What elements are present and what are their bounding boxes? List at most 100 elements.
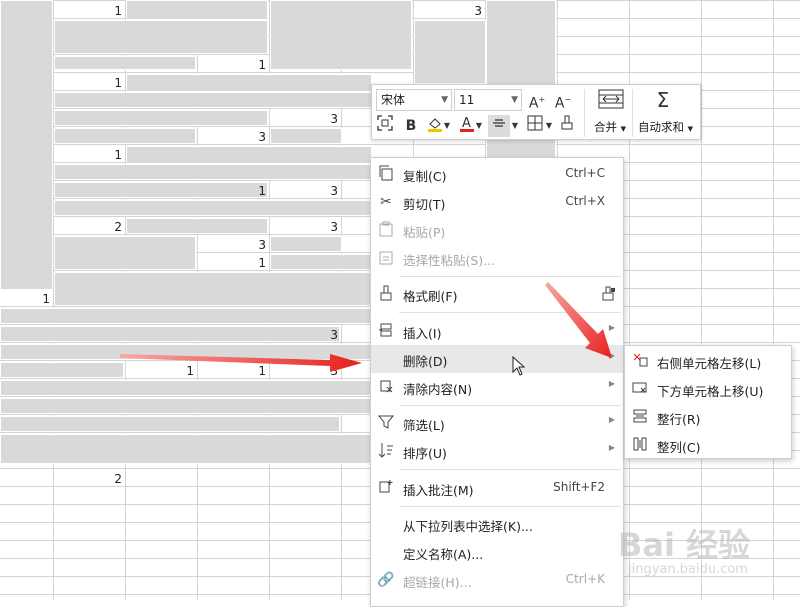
sort-icon (377, 442, 395, 460)
cell-value: 1 (258, 184, 266, 198)
menu-item-define-name[interactable]: 定义名称(A)... (371, 538, 623, 566)
cell-value: 3 (330, 328, 338, 342)
menu-item-pick-from-list[interactable]: 从下拉列表中选择(K)... (371, 510, 623, 538)
merged-cell-block[interactable] (0, 398, 372, 414)
menu-item-delete[interactable]: 删除(D) ▶ (371, 345, 623, 373)
mouse-cursor-icon (512, 356, 526, 376)
menu-item-paste[interactable]: 粘贴(P) (371, 216, 623, 244)
font-name-value: 宋体 (381, 93, 406, 107)
merged-cell-block[interactable] (126, 0, 268, 20)
font-size-value: 11 (459, 93, 475, 107)
autosum-icon[interactable]: Σ (652, 89, 674, 111)
cell-value: 3 (258, 238, 266, 252)
cell-value: 1 (114, 4, 122, 18)
merged-cell-block[interactable] (54, 200, 372, 216)
entire-column-icon (631, 436, 649, 454)
merged-cell-block[interactable] (54, 128, 196, 144)
chevron-right-icon: ▶ (608, 443, 615, 452)
cell-value: 3 (258, 130, 266, 144)
merged-cell-block[interactable] (54, 20, 268, 54)
merged-cell-block[interactable] (0, 344, 372, 360)
merged-cell-block[interactable] (0, 308, 372, 324)
merged-cell-block[interactable] (0, 416, 340, 432)
submenu-item-shift-up[interactable]: 下方单元格上移(U) (625, 375, 791, 403)
chevron-right-icon: ▶ (608, 323, 615, 332)
svg-text:A: A (462, 116, 471, 131)
chevron-right-icon: ▶ (608, 351, 615, 360)
merged-cell-block[interactable] (0, 380, 372, 396)
menu-item-cut[interactable]: ✂ 剪切(T) Ctrl+X (371, 188, 623, 216)
menu-item-insert-comment[interactable]: 插入批注(M) Shift+F2 (371, 474, 623, 502)
link-icon: 🔗 (377, 572, 395, 588)
merged-cell-block[interactable] (270, 236, 342, 252)
cell-value: 2 (114, 220, 122, 234)
shift-left-icon (631, 352, 649, 370)
menu-item-insert[interactable]: 插入(I) ▶ (371, 317, 623, 345)
chevron-down-icon[interactable]: ▼ (510, 115, 520, 137)
toolbar-separator (584, 89, 585, 137)
merged-cell-block[interactable] (54, 110, 268, 126)
merge-label[interactable]: 合并 ▼ (594, 119, 626, 135)
merged-cell-block[interactable] (126, 218, 268, 234)
cell-value: 3 (330, 112, 338, 126)
merged-cell-block[interactable] (126, 146, 372, 164)
cell-value: 1 (114, 148, 122, 162)
cell-value: 2 (114, 472, 122, 486)
font-size-combo[interactable]: 11 ▼ (454, 89, 522, 111)
chevron-right-icon: ▶ (608, 415, 615, 424)
increase-font-icon[interactable]: A+ (526, 89, 548, 112)
format-brush-lock-icon[interactable] (599, 285, 617, 303)
toolbar-separator (632, 89, 633, 137)
submenu-item-shift-left[interactable]: 右侧单元格左移(L) (625, 347, 791, 375)
paste-icon (377, 221, 395, 239)
menu-item-filter[interactable]: 筛选(L) ▶ (371, 409, 623, 437)
menu-item-copy[interactable]: 复制(C) Ctrl+C (371, 160, 623, 188)
autosum-label[interactable]: 自动求和 ▼ (638, 119, 693, 135)
merged-cell-block[interactable] (126, 74, 372, 92)
chevron-down-icon[interactable]: ▼ (544, 115, 554, 137)
merged-cell-block[interactable] (54, 272, 372, 306)
borders-icon[interactable] (524, 115, 546, 137)
merged-cell-block[interactable] (0, 362, 124, 378)
bold-icon[interactable]: B (400, 115, 422, 137)
merged-cell-block[interactable] (54, 164, 372, 180)
merged-cell-block[interactable] (54, 56, 196, 70)
submenu-item-entire-row[interactable]: 整行(R) (625, 403, 791, 431)
cell-value: 1 (258, 364, 266, 378)
menu-separator (399, 276, 621, 277)
merged-cell-block[interactable] (270, 254, 372, 270)
submenu-item-entire-column[interactable]: 整列(C) (625, 431, 791, 459)
merged-cell-block[interactable] (270, 128, 342, 144)
chevron-down-icon[interactable]: ▼ (442, 115, 452, 137)
cell-value: 3 (330, 220, 338, 234)
format-brush-icon (377, 285, 395, 303)
paste-special-icon (377, 249, 395, 267)
baidu-jingyan-watermark: Bai 经验 jingyan.baidu.com (610, 510, 790, 590)
menu-item-hyperlink[interactable]: 🔗 超链接(H)... Ctrl+K (371, 566, 623, 594)
merged-cell-block[interactable] (414, 20, 486, 84)
font-name-combo[interactable]: 宋体 ▼ (376, 89, 452, 111)
align-center-icon[interactable] (488, 115, 510, 137)
merged-cell-block[interactable] (270, 0, 412, 70)
merged-cell-block[interactable] (54, 236, 196, 270)
menu-item-format-painter[interactable]: 格式刷(F) (371, 280, 623, 308)
chevron-right-icon: ▶ (608, 379, 615, 388)
format-brush-icon[interactable] (556, 115, 578, 137)
delete-submenu: 右侧单元格左移(L) 下方单元格上移(U) 整行(R) 整列(C) (624, 345, 792, 459)
menu-item-sort[interactable]: 排序(U) ▶ (371, 437, 623, 465)
merge-icon[interactable] (596, 89, 626, 111)
select-icon[interactable] (374, 115, 396, 137)
watermark-brand: Bai 经验 (618, 526, 751, 564)
entire-row-icon (631, 408, 649, 426)
decrease-font-icon[interactable]: A− (552, 89, 574, 112)
watermark-url: jingyan.baidu.com (628, 562, 748, 577)
merged-cell-block[interactable] (54, 92, 372, 108)
menu-separator (399, 469, 621, 470)
menu-item-clear-contents[interactable]: 清除内容(N) ▶ (371, 373, 623, 401)
filter-icon (377, 414, 395, 432)
menu-item-paste-special[interactable]: 选择性粘贴(S)... (371, 244, 623, 272)
chevron-down-icon[interactable]: ▼ (474, 115, 484, 137)
merged-cell-block[interactable] (0, 0, 53, 290)
merged-cell-block[interactable] (0, 434, 372, 464)
shift-up-icon (631, 380, 649, 398)
